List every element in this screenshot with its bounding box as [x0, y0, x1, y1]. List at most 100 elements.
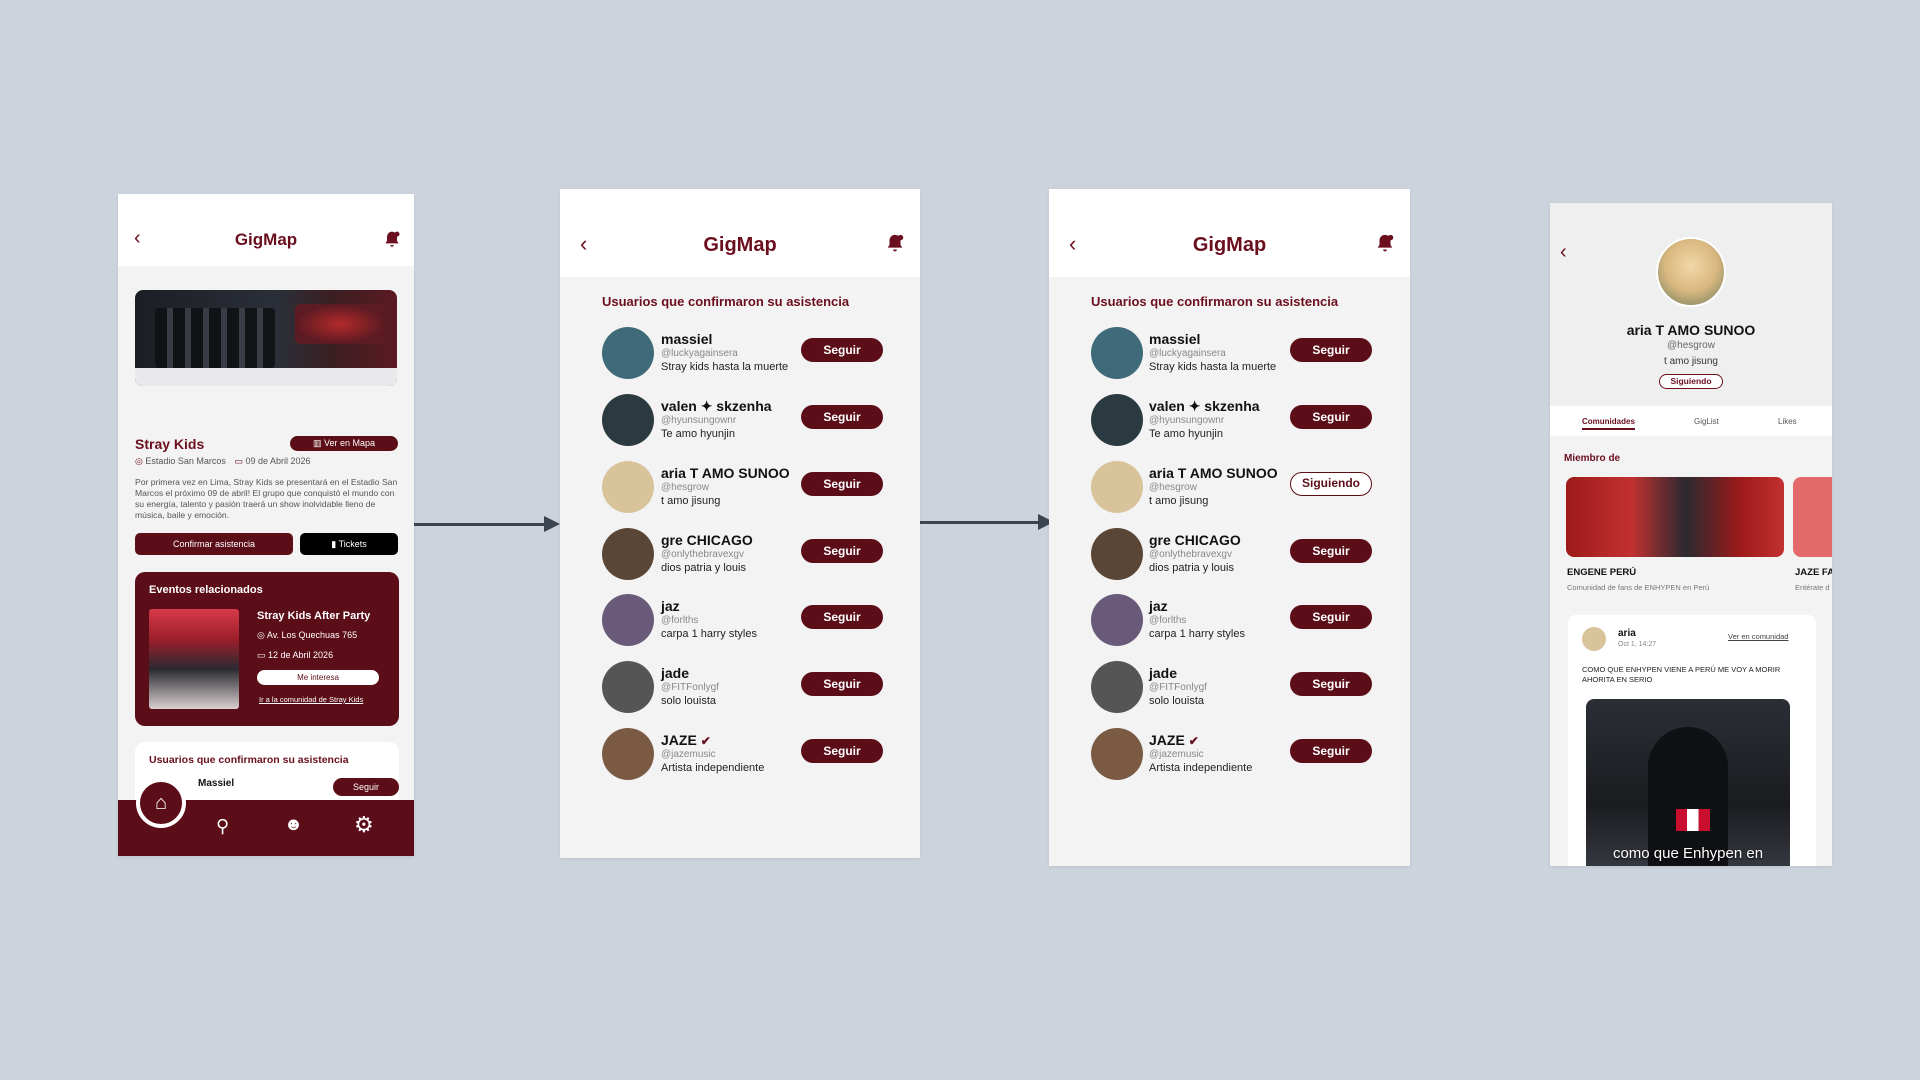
avatar[interactable] [602, 461, 654, 513]
user-name: massiel [1149, 331, 1201, 347]
user-bio: t amo jisung [1149, 495, 1209, 507]
avatar[interactable] [602, 394, 654, 446]
following-status-button[interactable]: Siguiendo [1659, 374, 1723, 389]
user-bio: carpa 1 harry styles [661, 628, 757, 640]
user-handle: @hyunsungownr [661, 415, 737, 426]
post-time: Oct 1, 14:27 [1618, 641, 1657, 648]
follow-button[interactable]: Seguir [801, 672, 883, 696]
user-name: jade [661, 665, 690, 681]
avatar[interactable] [1091, 461, 1143, 513]
user-handle: @onlythebravexgv [661, 549, 744, 560]
community-card-2[interactable] [1793, 477, 1832, 557]
view-map-button[interactable]: ▥ Ver en Mapa [290, 436, 398, 451]
follow-button[interactable]: Seguir [1290, 539, 1372, 563]
user-bio: Artista independiente [661, 762, 765, 774]
user-name: aria T AMO SUNOO [661, 465, 790, 481]
attendee-follow-button[interactable]: Seguir [333, 778, 399, 796]
interest-button[interactable]: Me interesa [257, 670, 379, 685]
avatar[interactable] [602, 728, 654, 780]
related-event-poster[interactable] [149, 609, 239, 709]
notification-bell-icon[interactable] [1374, 233, 1396, 255]
community-card-1[interactable] [1566, 477, 1784, 557]
user-name-text: JAZE [661, 732, 697, 748]
user-name-text: JAZE [1149, 732, 1185, 748]
avatar[interactable] [602, 661, 654, 713]
post-media[interactable]: como que Enhypen en [1586, 699, 1790, 866]
user-name: JAZE ✔ [661, 732, 711, 748]
follow-button[interactable]: Seguir [801, 539, 883, 563]
user-bio: Artista independiente [1149, 762, 1253, 774]
profile-name: aria T AMO SUNOO [1626, 322, 1756, 338]
following-button[interactable]: Siguiendo [1290, 472, 1372, 496]
users-icon[interactable]: ☻ [284, 814, 303, 835]
follow-button[interactable]: Seguir [1290, 338, 1372, 362]
user-handle: @onlythebravexgv [1149, 549, 1232, 560]
flow-arrow-1 [414, 516, 560, 532]
avatar[interactable] [1091, 594, 1143, 646]
follow-button[interactable]: Seguir [1290, 672, 1372, 696]
avatar[interactable] [1091, 728, 1143, 780]
notification-bell-icon[interactable] [884, 233, 906, 255]
user-bio: carpa 1 harry styles [1149, 628, 1245, 640]
user-handle: @hesgrow [1149, 482, 1197, 493]
app-header: ‹ GigMap [1049, 189, 1410, 277]
avatar[interactable] [1091, 528, 1143, 580]
follow-button[interactable]: Seguir [801, 605, 883, 629]
user-handle: @hesgrow [661, 482, 709, 493]
avatar[interactable] [602, 528, 654, 580]
related-date-row: ▭ 12 de Abril 2026 [257, 650, 333, 661]
user-handle: @hyunsungownr [1149, 415, 1225, 426]
follow-button[interactable]: Seguir [801, 405, 883, 429]
ticket-icon: ▮ [331, 539, 339, 549]
related-event-title[interactable]: Stray Kids After Party [257, 610, 370, 622]
home-icon[interactable]: ⌂ [136, 778, 186, 828]
profile-screen: ‹ aria T AMO SUNOO @hesgrow t amo jisung… [1550, 203, 1832, 866]
user-name: jaz [661, 598, 680, 614]
attendee-name: Massiel [198, 778, 235, 789]
related-events-card: Eventos relacionados Stray Kids After Pa… [135, 572, 399, 726]
follow-button[interactable]: Seguir [801, 338, 883, 362]
attendees-list-followed-screen: ‹ GigMap Usuarios que confirmaron su asi… [1049, 189, 1410, 866]
avatar[interactable] [1091, 661, 1143, 713]
event-title: Stray Kids [135, 436, 205, 452]
app-header: ‹ GigMap [560, 189, 920, 277]
follow-button[interactable]: Seguir [801, 739, 883, 763]
notification-bell-icon[interactable] [382, 230, 402, 250]
profile-tabs: Comunidades GigList Likes [1550, 406, 1832, 436]
post-card: aria Oct 1, 14:27 Ver en comunidad COMO … [1568, 615, 1816, 866]
user-name: massiel [661, 331, 713, 347]
avatar[interactable] [1091, 394, 1143, 446]
settings-gear-icon[interactable]: ⚙ [354, 812, 374, 838]
tickets-button[interactable]: ▮ Tickets [300, 533, 398, 555]
app-header: ‹ GigMap [118, 194, 414, 266]
tab-likes[interactable]: Likes [1778, 417, 1797, 426]
user-handle: @luckyagainsera [1149, 348, 1226, 359]
profile-header: ‹ aria T AMO SUNOO @hesgrow t amo jisung… [1550, 203, 1832, 406]
back-arrow-icon[interactable]: ‹ [1560, 241, 1567, 264]
tab-giglist[interactable]: GigList [1694, 417, 1719, 426]
calendar-icon: ▭ [234, 456, 243, 466]
location-pin-icon: ◎ [135, 456, 143, 466]
follow-button[interactable]: Seguir [801, 472, 883, 496]
follow-button[interactable]: Seguir [1290, 739, 1372, 763]
tab-comunidades[interactable]: Comunidades [1582, 417, 1635, 430]
map-pin-icon[interactable]: ⚲ [216, 816, 229, 837]
user-handle: @forlths [661, 615, 699, 626]
tickets-label: Tickets [338, 539, 367, 549]
follow-button[interactable]: Seguir [1290, 605, 1372, 629]
avatar[interactable] [602, 327, 654, 379]
avatar[interactable] [602, 594, 654, 646]
follow-button[interactable]: Seguir [1290, 405, 1372, 429]
view-in-community-link[interactable]: Ver en comunidad [1728, 632, 1788, 641]
venue-text: Estadio San Marcos [145, 456, 226, 466]
list-heading: Usuarios que confirmaron su asistencia [602, 294, 850, 309]
bottom-nav: ⌂ ⚲ ☻ ⚙ [118, 778, 414, 856]
banner-footer [135, 368, 397, 386]
post-avatar[interactable] [1582, 627, 1606, 651]
avatar[interactable] [1091, 327, 1143, 379]
event-description: Por primera vez en Lima, Stray Kids se p… [135, 477, 398, 520]
confirm-attendance-button[interactable]: Confirmar asistencia [135, 533, 293, 555]
community-link[interactable]: Ir a la comunidad de Stray Kids [259, 695, 363, 704]
user-handle: @jazemusic [1149, 749, 1204, 760]
user-bio: Te amo hyunjin [1149, 428, 1223, 440]
